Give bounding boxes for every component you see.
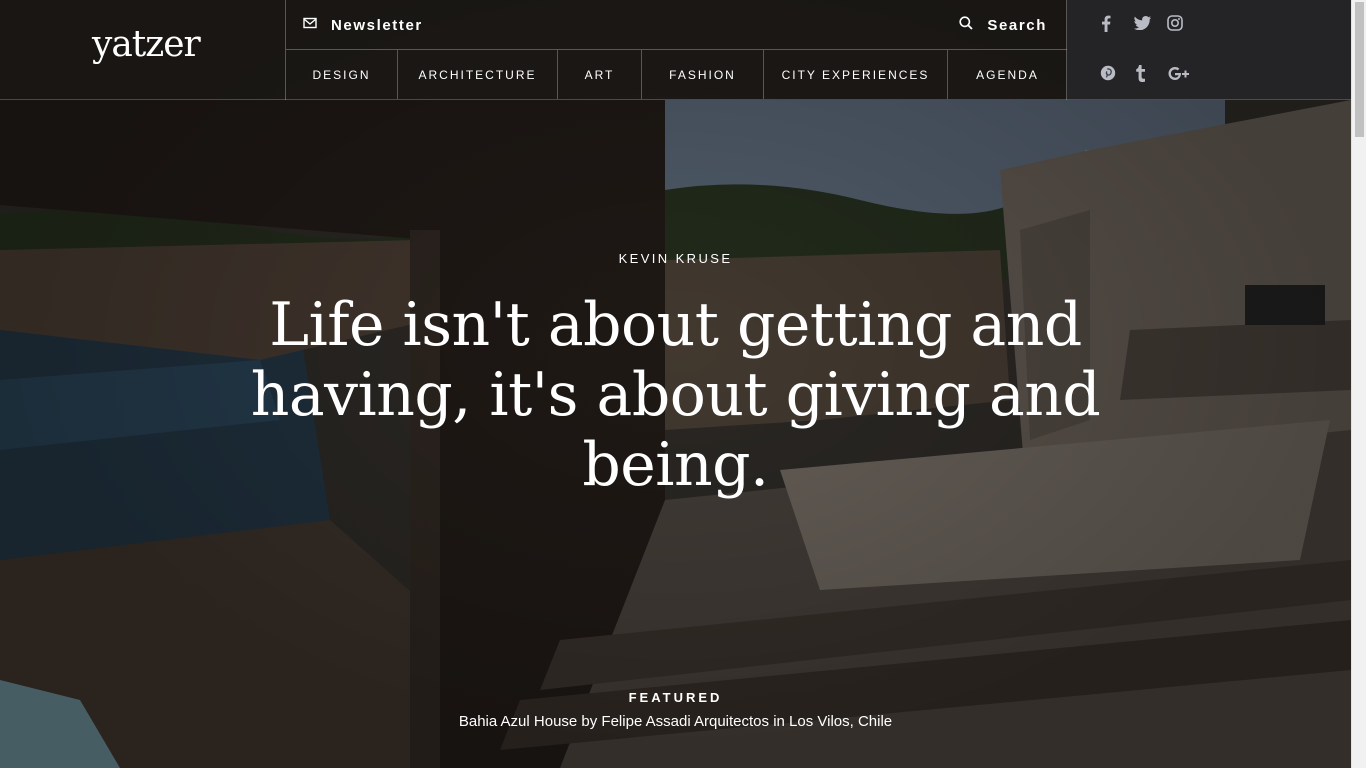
google-plus-icon[interactable] — [1167, 64, 1191, 84]
twitter-icon[interactable] — [1132, 13, 1152, 33]
featured-article-link[interactable]: Bahia Azul House by Felipe Assadi Arquit… — [0, 713, 1351, 730]
nav-item-fashion[interactable]: FASHION — [642, 50, 764, 99]
pinterest-icon[interactable] — [1098, 63, 1118, 83]
nav-item-architecture[interactable]: ARCHITECTURE — [398, 50, 558, 99]
site-logo[interactable]: yatzer — [92, 24, 201, 65]
hero-quote: Life isn't about getting and having, it'… — [250, 290, 1101, 500]
search-label: Search — [987, 16, 1047, 34]
newsletter-label: Newsletter — [331, 16, 423, 34]
featured-label: FEATURED — [628, 690, 723, 705]
nav-item-agenda[interactable]: AGENDA — [948, 50, 1067, 99]
main-navigation: DESIGN ARCHITECTURE ART FASHION CITY EXP… — [286, 50, 1067, 99]
nav-item-design[interactable]: DESIGN — [286, 50, 398, 99]
page-scrollbar[interactable] — [1351, 0, 1366, 768]
header-nav-block: Newsletter Search DESIGN ARCHITECTURE AR… — [285, 0, 1067, 100]
nav-item-city-experiences[interactable]: CITY EXPERIENCES — [764, 50, 948, 99]
social-links — [1067, 0, 1351, 100]
search-icon — [959, 15, 973, 35]
quote-author: KEVIN KRUSE — [618, 251, 733, 266]
tumblr-icon[interactable] — [1130, 63, 1150, 83]
search-button[interactable]: Search — [959, 14, 1047, 36]
scrollbar-thumb[interactable] — [1355, 2, 1364, 137]
envelope-icon — [303, 16, 317, 34]
nav-item-art[interactable]: ART — [558, 50, 642, 99]
site-header: yatzer Newsletter Search DESIGN ARCHITEC… — [0, 0, 1351, 100]
header-utility-row: Newsletter Search — [286, 0, 1067, 50]
newsletter-button[interactable]: Newsletter — [303, 14, 423, 36]
facebook-icon[interactable] — [1096, 13, 1116, 33]
instagram-icon[interactable] — [1165, 13, 1185, 33]
